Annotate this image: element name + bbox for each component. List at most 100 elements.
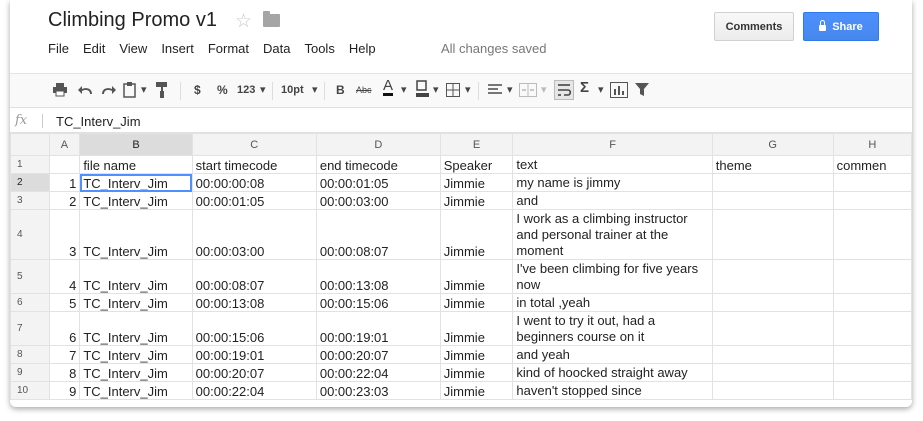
- cell-e[interactable]: Jimmie: [439, 311, 514, 346]
- chart-icon[interactable]: [610, 82, 628, 98]
- cell-a[interactable]: 2: [48, 191, 81, 210]
- column-header-c[interactable]: C: [191, 133, 317, 156]
- column-header-h[interactable]: H: [832, 133, 912, 156]
- cell-f[interactable]: I went to try it out, had a beginners co…: [512, 311, 713, 346]
- cell-b[interactable]: TC_Interv_Jim: [79, 209, 193, 260]
- cell-d[interactable]: 00:00:13:08: [315, 259, 441, 294]
- cell-g[interactable]: [711, 191, 834, 210]
- cell-e[interactable]: Jimmie: [439, 293, 514, 312]
- number-format-dropdown-icon[interactable]: ▾: [260, 83, 266, 97]
- cell-c[interactable]: 00:00:08:07: [191, 259, 317, 294]
- cell-g[interactable]: [711, 209, 834, 260]
- cell-g[interactable]: [711, 381, 834, 400]
- cell-h[interactable]: [832, 259, 912, 294]
- cell-h[interactable]: [832, 345, 912, 364]
- row-header[interactable]: 5: [10, 259, 50, 294]
- cell-a[interactable]: 5: [48, 293, 81, 312]
- row-header[interactable]: 1: [10, 155, 50, 174]
- functions-button[interactable]: Σ: [580, 80, 589, 95]
- cell-d[interactable]: 00:00:03:00: [315, 191, 441, 210]
- column-header-b[interactable]: B: [79, 133, 193, 156]
- cell-g[interactable]: [711, 311, 834, 346]
- cell-h[interactable]: [832, 311, 912, 346]
- cell-c[interactable]: 00:00:01:05: [191, 191, 317, 210]
- print-icon[interactable]: [52, 83, 68, 97]
- cell-h[interactable]: [832, 191, 912, 210]
- cell-d[interactable]: 00:00:01:05: [315, 173, 441, 192]
- column-header-a[interactable]: A: [48, 133, 81, 156]
- cell-a[interactable]: [48, 155, 81, 174]
- cell-c[interactable]: 00:00:15:06: [191, 311, 317, 346]
- cell-e[interactable]: Jimmie: [439, 259, 514, 294]
- cell-h[interactable]: [832, 173, 912, 192]
- row-header[interactable]: 2: [10, 173, 50, 192]
- cell-a[interactable]: 7: [48, 345, 81, 364]
- merge-cells-icon[interactable]: [519, 83, 537, 97]
- cell-f[interactable]: haven't stopped since: [512, 381, 713, 400]
- cell-c[interactable]: 00:00:00:08: [191, 173, 317, 192]
- row-header[interactable]: 4: [10, 209, 50, 260]
- cell-a[interactable]: 9: [48, 381, 81, 400]
- text-color-dropdown-icon[interactable]: ▾: [401, 83, 407, 97]
- text-color-button[interactable]: A: [383, 78, 394, 96]
- menu-help[interactable]: Help: [349, 41, 376, 56]
- cell-f[interactable]: text: [512, 155, 713, 174]
- cell-c[interactable]: 00:00:19:01: [191, 345, 317, 364]
- font-size-select[interactable]: 10pt: [281, 83, 304, 97]
- cell-a[interactable]: 6: [48, 311, 81, 346]
- cell-g[interactable]: [711, 363, 834, 382]
- cell-e[interactable]: Jimmie: [439, 209, 514, 260]
- cell-g[interactable]: [711, 345, 834, 364]
- cell-b[interactable]: TC_Interv_Jim: [79, 381, 193, 400]
- cell-e[interactable]: Jimmie: [439, 191, 514, 210]
- percent-format-button[interactable]: %: [217, 83, 228, 97]
- menu-insert[interactable]: Insert: [161, 41, 194, 56]
- cell-h[interactable]: [832, 363, 912, 382]
- cell-a[interactable]: 1: [48, 173, 81, 192]
- currency-format-button[interactable]: $: [194, 83, 201, 97]
- cell-d[interactable]: 00:00:20:07: [315, 345, 441, 364]
- menu-edit[interactable]: Edit: [83, 41, 105, 56]
- cell-f[interactable]: kind of hoocked straight away: [512, 363, 713, 382]
- row-header[interactable]: 8: [10, 345, 50, 364]
- merge-dropdown-icon[interactable]: ▾: [541, 83, 547, 97]
- cell-b[interactable]: TC_Interv_Jim: [79, 191, 193, 210]
- select-all-corner[interactable]: [10, 133, 50, 156]
- cell-d[interactable]: 00:00:08:07: [315, 209, 441, 260]
- cell-h[interactable]: commen: [832, 155, 912, 174]
- row-header[interactable]: 6: [10, 293, 50, 312]
- row-header[interactable]: 9: [10, 363, 50, 382]
- align-icon[interactable]: [488, 84, 502, 96]
- folder-icon[interactable]: [263, 11, 280, 27]
- cell-d[interactable]: 00:00:19:01: [315, 311, 441, 346]
- cell-g[interactable]: [711, 173, 834, 192]
- fill-color-icon[interactable]: [414, 80, 430, 98]
- cell-a[interactable]: 4: [48, 259, 81, 294]
- cell-d[interactable]: 00:00:23:03: [315, 381, 441, 400]
- cell-g[interactable]: [711, 259, 834, 294]
- cell-h[interactable]: [832, 381, 912, 400]
- row-header[interactable]: 3: [10, 191, 50, 210]
- cell-d[interactable]: 00:00:15:06: [315, 293, 441, 312]
- share-button[interactable]: Share: [803, 12, 879, 41]
- cell-g[interactable]: theme: [711, 155, 834, 174]
- cell-b[interactable]: file name: [79, 155, 193, 174]
- cell-e[interactable]: Jimmie: [439, 363, 514, 382]
- undo-icon[interactable]: [78, 84, 94, 96]
- wrap-text-icon[interactable]: [554, 80, 574, 100]
- comments-button[interactable]: Comments: [714, 12, 794, 41]
- cell-e[interactable]: Jimmie: [439, 345, 514, 364]
- column-header-e[interactable]: E: [439, 133, 514, 156]
- cell-f[interactable]: in total ,yeah: [512, 293, 713, 312]
- cell-c[interactable]: 00:00:03:00: [191, 209, 317, 260]
- cell-h[interactable]: [832, 209, 912, 260]
- cell-c[interactable]: 00:00:13:08: [191, 293, 317, 312]
- menu-view[interactable]: View: [119, 41, 147, 56]
- menu-data[interactable]: Data: [263, 41, 290, 56]
- cell-b[interactable]: TC_Interv_Jim: [79, 363, 193, 382]
- fill-color-dropdown-icon[interactable]: ▾: [433, 83, 439, 97]
- cell-h[interactable]: [832, 293, 912, 312]
- align-dropdown-icon[interactable]: ▾: [507, 83, 513, 97]
- cell-g[interactable]: [711, 293, 834, 312]
- number-format-button[interactable]: 123: [237, 83, 255, 97]
